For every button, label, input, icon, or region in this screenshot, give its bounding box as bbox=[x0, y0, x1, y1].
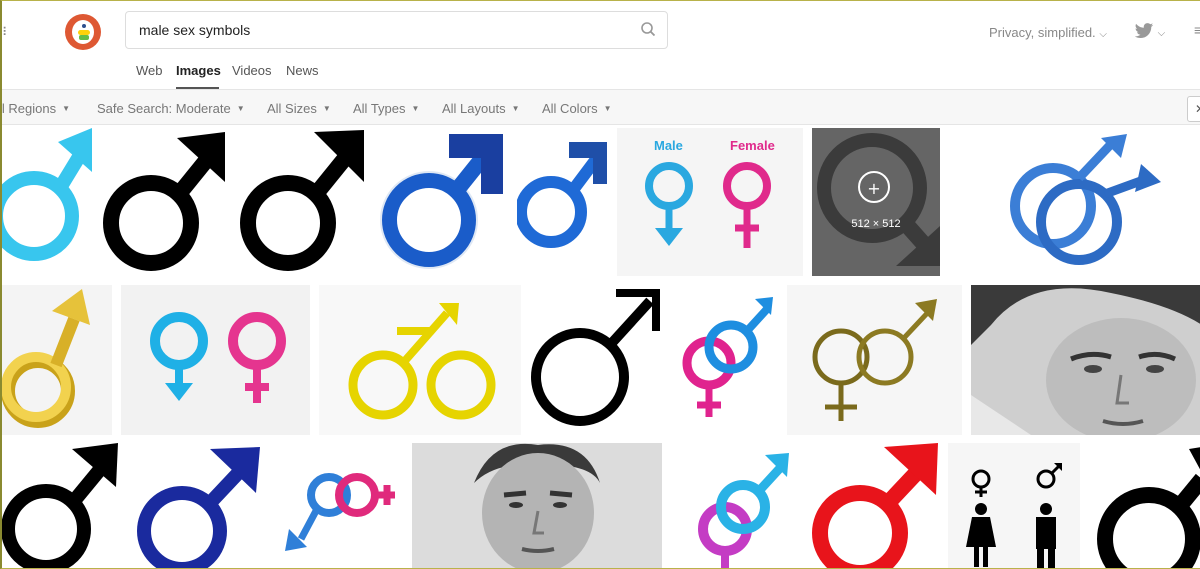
image-result[interactable] bbox=[1089, 443, 1200, 568]
filter-types-label: All Types bbox=[353, 101, 406, 116]
image-result[interactable] bbox=[375, 128, 508, 276]
gender-symbols-icon bbox=[150, 312, 286, 403]
filter-bar: ll Regions ▼ Safe Search: Moderate ▼ All S… bbox=[2, 89, 1200, 125]
male-symbol-icon bbox=[517, 142, 607, 248]
image-result[interactable] bbox=[2, 285, 112, 435]
twitter-menu[interactable]: ⌵ bbox=[1134, 23, 1165, 43]
image-result[interactable] bbox=[2, 443, 119, 568]
portrait-photo-icon bbox=[971, 285, 1200, 435]
male-symbol-icon bbox=[380, 134, 503, 269]
male-symbol-icon bbox=[103, 132, 225, 271]
close-icon[interactable]: ✕ bbox=[1187, 96, 1200, 122]
search-input[interactable] bbox=[137, 21, 621, 39]
chevron-down-icon: ⌵ bbox=[1157, 28, 1166, 39]
hamburger-menu-icon[interactable]: ≡ bbox=[1194, 22, 1200, 38]
tab-news[interactable]: News bbox=[286, 63, 319, 78]
male-symbol-icon bbox=[2, 128, 92, 261]
linked-gender-symbols-icon bbox=[682, 297, 773, 417]
header: ⠇ Web Images Videos News Privacy, simpli… bbox=[2, 1, 1200, 89]
tab-images[interactable]: Images bbox=[176, 63, 221, 78]
gold-male-symbol-icon bbox=[2, 289, 90, 428]
filter-sizes-label: All Sizes bbox=[267, 101, 317, 116]
double-male-symbol-icon bbox=[1010, 134, 1161, 265]
plus-icon[interactable]: + bbox=[858, 171, 890, 203]
male-symbol-icon bbox=[2, 443, 118, 568]
image-result[interactable] bbox=[2, 128, 92, 276]
privacy-label: Privacy, simplified. bbox=[989, 25, 1096, 40]
image-result-hovered[interactable]: + 512 × 512 bbox=[812, 128, 940, 276]
image-result-photo[interactable] bbox=[971, 285, 1200, 435]
male-symbol-icon bbox=[240, 130, 364, 271]
image-result[interactable] bbox=[669, 285, 778, 435]
linked-gender-symbols-icon bbox=[285, 473, 395, 551]
caret-down-icon: ▼ bbox=[511, 104, 520, 113]
tab-videos[interactable]: Videos bbox=[232, 63, 272, 78]
search-box[interactable] bbox=[125, 11, 668, 49]
yellow-gender-symbols-icon bbox=[348, 303, 496, 420]
caret-down-icon: ▼ bbox=[603, 104, 612, 113]
duckduckgo-logo[interactable] bbox=[65, 14, 101, 50]
image-result[interactable] bbox=[271, 443, 403, 568]
image-result[interactable] bbox=[517, 128, 608, 276]
filter-layouts[interactable]: All Layouts ▼ bbox=[442, 101, 520, 116]
image-result[interactable] bbox=[787, 285, 962, 435]
image-dimensions: 512 × 512 bbox=[851, 218, 901, 230]
twitter-icon bbox=[1134, 23, 1154, 38]
filter-types[interactable]: All Types ▼ bbox=[353, 101, 419, 116]
chevron-down-icon: ⌵ bbox=[1099, 29, 1107, 40]
image-result[interactable] bbox=[948, 443, 1080, 568]
image-result[interactable] bbox=[949, 128, 1200, 276]
filter-safe-search-label: Safe Search: Moderate bbox=[97, 101, 231, 116]
filter-sizes[interactable]: All Sizes ▼ bbox=[267, 101, 331, 116]
tab-web[interactable]: Web bbox=[136, 63, 163, 78]
male-symbol-icon bbox=[812, 443, 938, 568]
privacy-menu[interactable]: Privacy, simplified. ⌵ bbox=[989, 25, 1107, 40]
image-result[interactable] bbox=[101, 128, 229, 276]
filter-regions[interactable]: ll Regions ▼ bbox=[0, 101, 71, 116]
hover-overlay: + 512 × 512 bbox=[812, 128, 940, 276]
filter-colors-label: All Colors bbox=[542, 101, 598, 116]
menu-edge-icon: ⠇ bbox=[2, 25, 11, 39]
image-result[interactable]: Male Female bbox=[617, 128, 803, 276]
image-result[interactable] bbox=[806, 443, 939, 568]
image-result[interactable] bbox=[238, 128, 366, 276]
caret-down-icon: ▼ bbox=[322, 104, 331, 113]
male-symbol-icon bbox=[137, 447, 260, 568]
image-result-photo[interactable] bbox=[412, 443, 662, 568]
browser-frame: ⠇ Web Images Videos News Privacy, simpli… bbox=[0, 0, 1200, 569]
male-symbol-icon bbox=[1097, 447, 1200, 568]
caret-down-icon: ▼ bbox=[411, 104, 420, 113]
filter-layouts-label: All Layouts bbox=[442, 101, 506, 116]
linked-gender-symbols-icon bbox=[698, 453, 789, 568]
male-symbol-icon bbox=[531, 289, 660, 426]
filter-regions-label: ll Regions bbox=[0, 101, 57, 116]
image-result[interactable] bbox=[128, 443, 262, 568]
image-result[interactable] bbox=[671, 443, 797, 568]
filter-safe-search[interactable]: Safe Search: Moderate ▼ bbox=[97, 101, 245, 116]
search-icon[interactable] bbox=[641, 22, 655, 36]
gender-symbols-icon bbox=[645, 162, 771, 248]
image-result[interactable] bbox=[530, 285, 660, 435]
caret-down-icon: ▼ bbox=[236, 104, 245, 113]
caret-down-icon: ▼ bbox=[62, 104, 71, 113]
restroom-figures-icon bbox=[966, 463, 1062, 568]
portrait-photo-icon bbox=[412, 443, 662, 568]
image-result[interactable] bbox=[319, 285, 521, 435]
olive-gender-symbols-icon bbox=[812, 299, 937, 421]
filter-colors[interactable]: All Colors ▼ bbox=[542, 101, 612, 116]
image-result[interactable] bbox=[121, 285, 310, 435]
